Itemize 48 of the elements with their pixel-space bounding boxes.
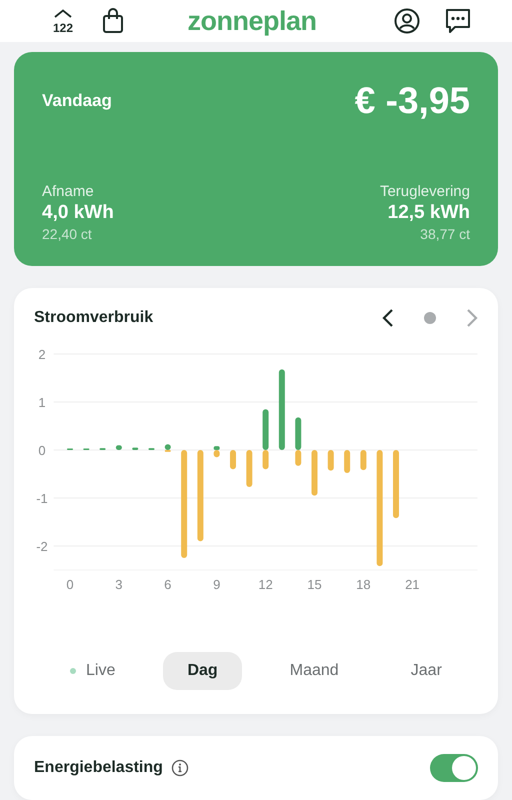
axis-label: 3 [115, 577, 123, 592]
chat-icon[interactable] [444, 7, 472, 35]
summary-title: Vandaag [42, 91, 112, 111]
logo: zonneplan [186, 6, 318, 36]
total-amount: € -3,95 [354, 80, 470, 122]
bar [312, 450, 318, 496]
bar [328, 450, 334, 471]
setting-label: Energiebelasting [34, 759, 163, 777]
bar [230, 450, 236, 470]
period-tab[interactable]: Dag [163, 652, 242, 690]
roof-icon [54, 9, 72, 18]
period-tab[interactable]: Jaar [386, 652, 466, 690]
live-dot-icon [70, 668, 76, 674]
bar [132, 448, 138, 450]
axis-label: 12 [258, 577, 273, 592]
stat-value: 12,5 kWh [388, 202, 470, 224]
shopping-bag-icon[interactable] [102, 8, 124, 34]
period-tab[interactable]: Live [46, 652, 140, 690]
axis-label: 0 [66, 577, 74, 592]
axis-label: 21 [405, 577, 420, 592]
page-dot [424, 312, 436, 324]
stat-price: 38,77 ct [420, 226, 470, 242]
axis-label: -2 [36, 539, 48, 554]
axis-label: 1 [38, 395, 46, 410]
house-button[interactable]: 122 [48, 7, 78, 35]
info-icon[interactable] [170, 759, 189, 777]
toggle-switch[interactable] [430, 754, 478, 782]
axis-label: 0 [38, 443, 46, 458]
house-number: 122 [52, 21, 74, 35]
bar [360, 450, 366, 470]
card-title: Stroomverbruik [34, 309, 154, 327]
user-icon[interactable] [394, 8, 420, 34]
stat-label: Afname [42, 183, 94, 200]
bar [344, 450, 350, 474]
axis-label: -1 [36, 491, 48, 506]
stat-label: Teruglevering [380, 183, 470, 200]
axis-label: 9 [213, 577, 220, 592]
chevron-left-icon[interactable] [382, 308, 394, 328]
bar [116, 445, 122, 450]
period-tab[interactable]: Maand [266, 652, 363, 690]
stat-value: 4,0 kWh [42, 202, 114, 224]
bar [393, 450, 399, 518]
axis-label: 18 [356, 577, 371, 592]
axis-label: 2 [38, 347, 46, 362]
axis-label: 6 [164, 577, 172, 592]
bar [246, 450, 252, 487]
axis-label: 15 [307, 577, 322, 592]
stat-price: 22,40 ct [42, 226, 92, 242]
